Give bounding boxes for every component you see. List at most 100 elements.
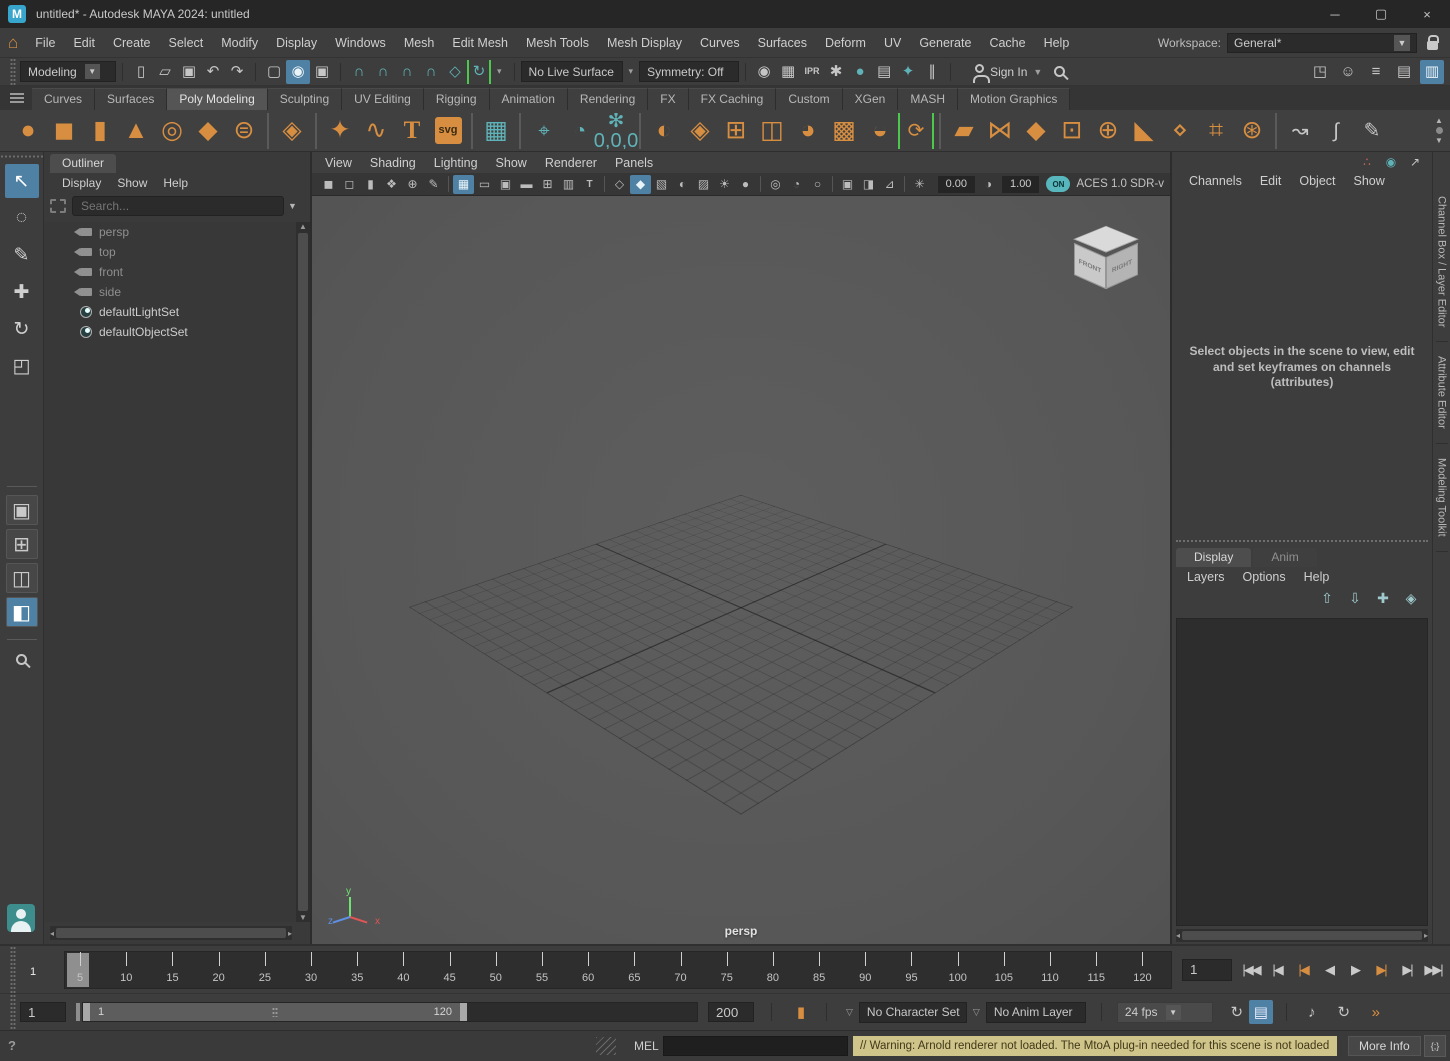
move-layer-up-icon[interactable]: ⇧ (1318, 589, 1336, 607)
poly-helix-icon[interactable]: ∿ (358, 113, 394, 149)
isolate-select-icon[interactable]: ▣ (837, 175, 858, 194)
chevron-down-icon[interactable]: ▼ (1394, 35, 1410, 51)
play-forward-button[interactable]: ▶ (1342, 957, 1368, 983)
pause-viewport-icon[interactable]: ∥ (920, 60, 944, 84)
mirror-icon[interactable]: ◫ (754, 113, 790, 149)
scale-tool[interactable]: ◰ (5, 349, 39, 383)
poly-torus-icon[interactable]: ◎ (154, 113, 190, 149)
move-layer-down-icon[interactable]: ⇩ (1346, 589, 1364, 607)
chevron-down-icon[interactable]: ▼ (85, 64, 100, 79)
bookmark-icon[interactable]: ▮ (789, 1000, 813, 1024)
grease-pencil-icon[interactable]: ✎ (423, 175, 444, 194)
platonic-solid-icon[interactable]: ◈ (274, 113, 310, 149)
maximize-button[interactable]: ▢ (1358, 0, 1404, 28)
scroll-thumb[interactable] (56, 928, 286, 938)
chevron-down-icon[interactable]: ▽ (973, 1007, 980, 1018)
make-live-icon[interactable]: ↻ (467, 60, 491, 84)
render-view-icon[interactable]: ◉ (752, 60, 776, 84)
ipr-render-icon[interactable]: IPR (800, 60, 824, 84)
center-pivot-icon[interactable]: ⌖ (526, 113, 562, 149)
outliner-horizontal-scrollbar[interactable]: ◂ ▸ (50, 926, 292, 940)
chevron-down-icon[interactable]: ▼ (1166, 1005, 1181, 1020)
poly-sphere-icon[interactable]: ● (10, 113, 46, 149)
section-separator[interactable] (252, 61, 259, 83)
chevron-down-icon[interactable]: ▾ (629, 66, 634, 77)
shelf-tab[interactable]: Custom (776, 88, 842, 110)
resize-grip[interactable] (596, 1037, 616, 1055)
menu-item[interactable]: Display (267, 29, 326, 57)
select-object-icon[interactable]: ◉ (286, 60, 310, 84)
split-pane-layout[interactable]: ◫ (6, 563, 38, 593)
audio-icon[interactable]: ♪ (1300, 1000, 1324, 1024)
display-textures-icon[interactable]: ● (848, 60, 872, 84)
occlusion-icon[interactable]: ◎ (765, 175, 786, 194)
poly-cone-icon[interactable]: ▲ (118, 113, 154, 149)
render-current-frame-icon[interactable]: ▦ (776, 60, 800, 84)
scroll-down-icon[interactable]: ▼ (299, 913, 307, 922)
scroll-thumb[interactable] (1182, 931, 1422, 940)
outliner-toggle-icon[interactable] (16, 654, 27, 665)
anim-curve-icon[interactable]: ↗ (1406, 154, 1424, 170)
move-tool[interactable]: ✚ (5, 275, 39, 309)
wireframe-icon[interactable]: ◇ (609, 175, 630, 194)
shelf-tab[interactable]: Animation (490, 88, 568, 110)
separate-icon[interactable]: ⊞ (718, 113, 754, 149)
section-separator[interactable] (337, 61, 344, 83)
smooth-shade-icon[interactable]: ◆ (630, 175, 651, 194)
menu-item[interactable]: Edit Mesh (443, 29, 517, 57)
menu-item[interactable]: Mesh Tools (517, 29, 598, 57)
range-grip[interactable] (272, 1007, 278, 1017)
paint-select-tool[interactable]: ✎ (5, 238, 39, 272)
select-camera-icon[interactable]: ◼ (318, 175, 339, 194)
scroll-right-icon[interactable]: ▸ (1424, 931, 1428, 940)
command-input[interactable] (663, 1036, 848, 1056)
bridge-icon[interactable]: ⋈ (982, 113, 1018, 149)
save-scene-icon[interactable]: ▣ (177, 60, 201, 84)
scroll-left-icon[interactable]: ◂ (1176, 931, 1180, 940)
single-pane-layout[interactable]: ▣ (6, 495, 38, 525)
shelf-tab[interactable]: Poly Modeling (167, 88, 267, 110)
section-separator[interactable] (511, 61, 518, 83)
subdivide-icon[interactable]: ▩ (826, 113, 862, 149)
redo-icon[interactable]: ↷ (225, 60, 249, 84)
shadows-icon[interactable]: ● (735, 175, 756, 194)
grid-toggle-icon[interactable]: ▦ (453, 175, 474, 194)
menu-item[interactable]: Edit (64, 29, 104, 57)
chevron-down-icon[interactable]: ▽ (846, 1007, 853, 1018)
snap-to-curve-icon[interactable]: ∩ (371, 60, 395, 84)
lights-icon[interactable]: ☀ (714, 175, 735, 194)
outliner-item[interactable]: persp (44, 222, 296, 242)
curve-tool-icon[interactable]: ↝ (1282, 113, 1318, 149)
panel-grip[interactable] (10, 994, 16, 1030)
contrast-icon[interactable]: ◑ (978, 175, 999, 194)
go-to-start-button[interactable]: |◀◀ (1238, 957, 1264, 983)
outliner-tab[interactable]: Outliner (50, 154, 116, 173)
shelf-tab[interactable]: Rigging (424, 88, 490, 110)
undo-icon[interactable]: ↶ (201, 60, 225, 84)
shelf-tab[interactable]: Curves (32, 88, 95, 110)
panel-grip[interactable] (10, 946, 16, 993)
section-separator[interactable] (119, 61, 126, 83)
super-shape-icon[interactable]: ✦ (322, 113, 358, 149)
scroll-right-icon[interactable]: ▸ (288, 929, 292, 938)
more-info-button[interactable]: More Info (1348, 1036, 1421, 1056)
menu-item[interactable]: Cache (980, 29, 1034, 57)
cached-playback-icon[interactable]: » (1364, 1000, 1388, 1024)
create-empty-layer-icon[interactable]: ✚ (1374, 589, 1392, 607)
menu-item[interactable]: Help (1295, 563, 1339, 591)
shelf-tab[interactable]: Surfaces (95, 88, 167, 110)
live-surface-field[interactable]: No Live Surface (521, 61, 623, 82)
script-editor-icon[interactable]: {;} (1424, 1035, 1446, 1057)
circularize-icon[interactable]: ⊕ (1090, 113, 1126, 149)
color-management-toggle[interactable]: ON (1046, 176, 1070, 192)
channel-box-toggle-icon[interactable]: ≡ (1364, 60, 1388, 84)
poly-type-icon[interactable]: T (394, 113, 430, 149)
menu-item[interactable]: Modify (212, 29, 267, 57)
render-settings-icon[interactable]: ✱ (824, 60, 848, 84)
modeling-toolkit-toggle-icon[interactable]: ▥ (1420, 60, 1444, 84)
camera-attributes-icon[interactable]: ◻ (339, 175, 360, 194)
delete-history-icon[interactable]: ◔ (562, 113, 598, 149)
menu-item[interactable]: Curves (691, 29, 749, 57)
snap-to-point-icon[interactable]: ∩ (395, 60, 419, 84)
average-vertices-icon[interactable]: ⋄ (1162, 113, 1198, 149)
